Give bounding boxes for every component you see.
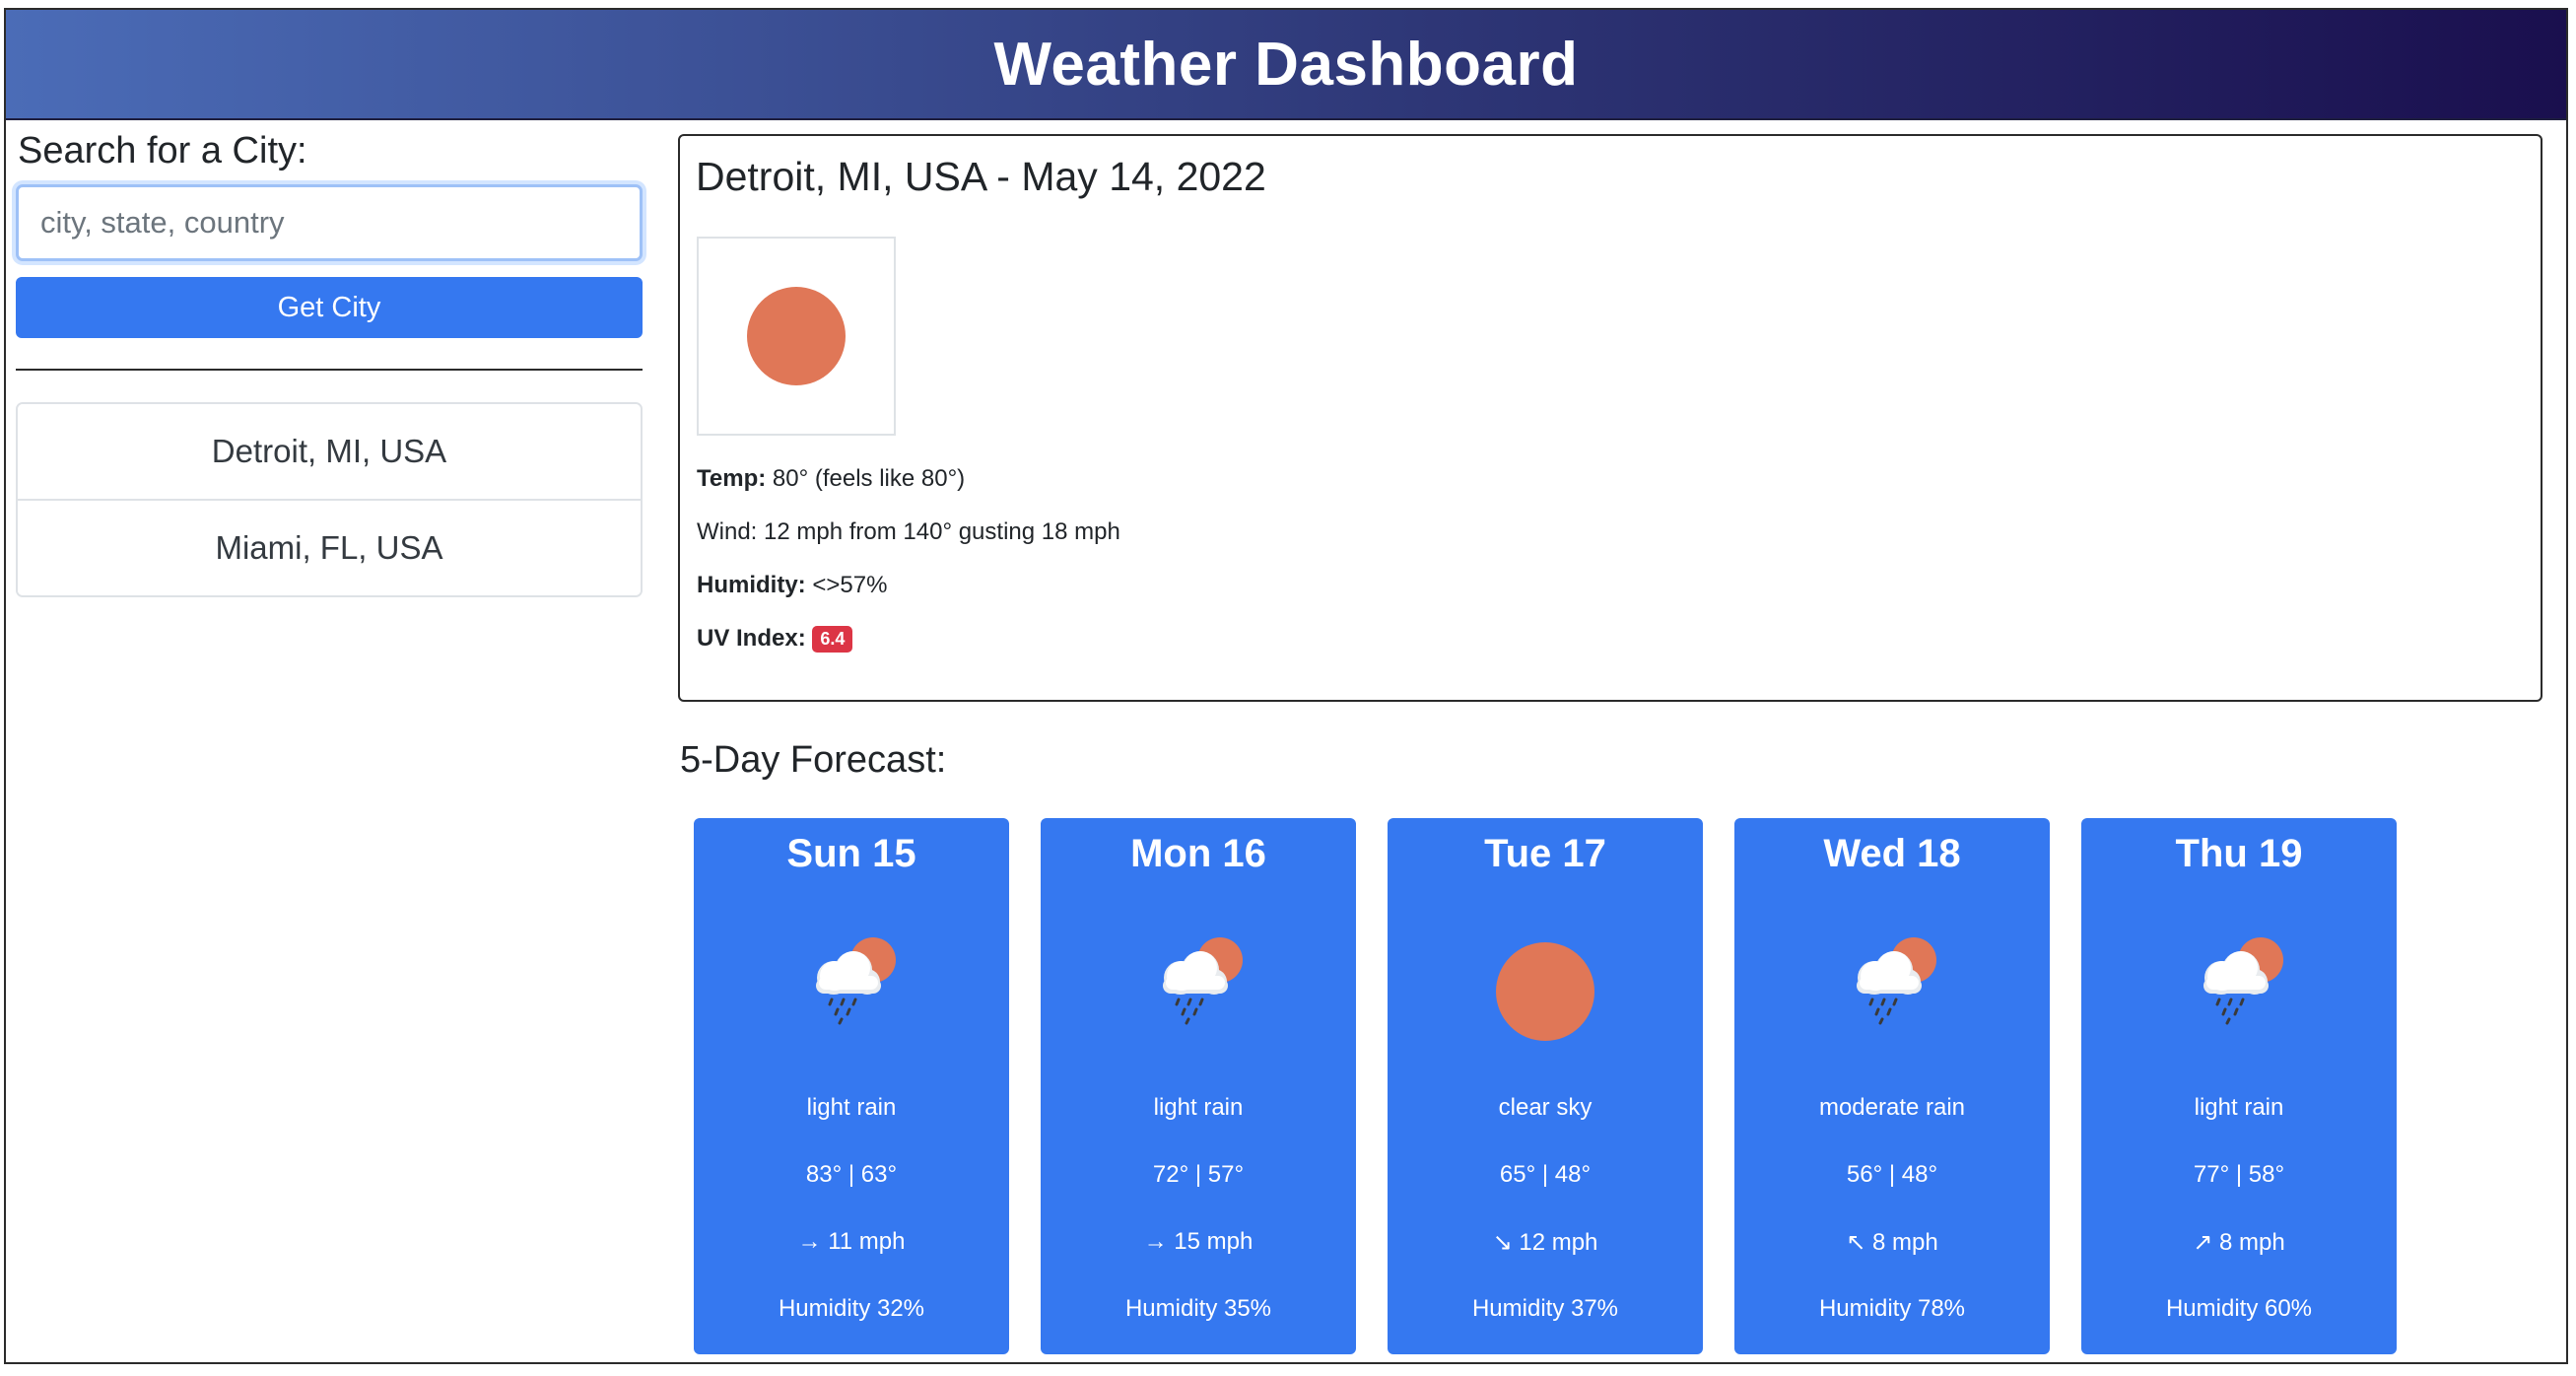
current-weather-card: Detroit, MI, USA - May 14, 2022 Temp: 80… [678,134,2542,702]
forecast-day: Mon 16 [1130,832,1266,875]
forecast-wind: ↖ 8 mph [1846,1229,1938,1256]
temp-value: 80° (feels like 80°) [772,465,966,492]
forecast-wind: ↘ 12 mph [1492,1229,1598,1256]
temp-label: Temp: [697,465,767,492]
search-panel: Search for a City: Get City Detroit, MI,… [16,130,643,597]
forecast-temps: 56° | 48° [1846,1161,1938,1188]
forecast-description: light rain [1153,1094,1244,1121]
current-wind: Wind: 12 mph from 140° gusting 18 mph [697,518,1120,545]
app-header: Weather Dashboard [6,10,2566,120]
search-input[interactable] [16,184,643,261]
forecast-wind: → 11 mph [797,1228,906,1255]
page-title: Weather Dashboard [993,30,1579,99]
forecast-day: Thu 19 [2175,832,2303,875]
forecast-humidity: Humidity 60% [2165,1295,2313,1322]
forecast-card: Mon 16 light rain 72° | 57° → 15 mph Humidit… [1041,818,1356,1354]
forecast-day: Tue 17 [1484,832,1606,875]
rain-cloud-sun-icon [802,927,901,1025]
forecast-humidity: Humidity 78% [1818,1295,1966,1322]
forecast-humidity: Humidity 35% [1124,1295,1272,1322]
forecast-temps: 83° | 63° [805,1161,898,1188]
humidity-value: <>57% [812,572,888,598]
rain-cloud-sun-icon [1843,927,1941,1025]
forecast-wind: → 15 mph [1143,1228,1254,1255]
forecast-wind: ↗ 8 mph [2193,1229,2285,1256]
sun-icon [1496,942,1594,1041]
current-uv: UV Index: 6.4 [697,625,853,654]
current-weather-icon [697,237,896,436]
forecast-description: light rain [2194,1094,2284,1121]
humidity-label: Humidity: [697,572,806,598]
forecast-description: light rain [806,1094,897,1121]
rain-cloud-sun-icon [1149,927,1248,1025]
rain-cloud-sun-icon [2190,927,2288,1025]
uv-label: UV Index: [697,625,806,652]
history-item-miami[interactable]: Miami, FL, USA [18,499,641,595]
forecast-description: clear sky [1498,1094,1593,1121]
forecast-temps: 77° | 58° [2193,1161,2285,1188]
current-humidity: Humidity: <>57% [697,572,887,599]
history-item-detroit[interactable]: Detroit, MI, USA [18,404,641,499]
search-heading: Search for a City: [18,130,307,172]
forecast-temps: 72° | 57° [1152,1161,1245,1188]
search-history-list: Detroit, MI, USA Miami, FL, USA [16,402,643,597]
forecast-heading: 5-Day Forecast: [680,739,947,781]
current-temp: Temp: 80° (feels like 80°) [697,465,965,493]
forecast-day: Sun 15 [786,832,916,875]
forecast-card: Thu 19 light rain 77° | 58° ↗ 8 mph Humidity… [2081,818,2397,1354]
forecast-temps: 65° | 48° [1499,1161,1592,1188]
forecast-card: Tue 17 clear sky 65° | 48° ↘ 12 mph Humidity… [1388,818,1703,1354]
forecast-humidity: Humidity 32% [778,1295,925,1322]
forecast-day: Wed 18 [1823,832,1961,875]
forecast-description: moderate rain [1818,1094,1966,1121]
get-city-button[interactable]: Get City [16,277,643,338]
forecast-card: Sun 15 light rain 83° | 63° → 11 mph Humidit… [694,818,1009,1354]
forecast-card: Wed 18 moderate rain 56° | 48° ↖ 8 mph Humid… [1734,818,2050,1354]
current-city-date: Detroit, MI, USA - May 14, 2022 [696,154,1266,199]
divider [16,369,643,371]
app-frame: Weather Dashboard Search for a City: Get… [4,8,2568,1364]
forecast-humidity: Humidity 37% [1471,1295,1619,1322]
uv-badge: 6.4 [812,626,853,654]
sun-icon [747,287,846,385]
